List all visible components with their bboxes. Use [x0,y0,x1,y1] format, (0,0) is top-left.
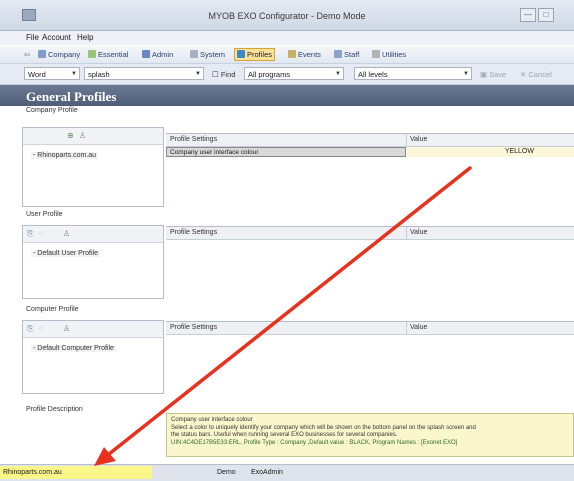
user-profile-item[interactable]: - Default User Profile [31,250,100,257]
menu-account[interactable]: Account [42,33,71,42]
system-icon [190,50,198,58]
user-icon[interactable]: ♙ [63,229,70,238]
toolbar-profiles[interactable]: Profiles [234,48,276,61]
company-profile-list: ⊕ ♙ - Rhinoparts.com.au [22,127,164,207]
computer-profile-label: Computer Profile [26,306,79,313]
toolbar-utilities[interactable]: Utilities [372,49,406,60]
profile-description-box: Company user interface colour Select a c… [166,413,574,457]
profiles-icon [237,50,245,58]
computer-profile-tools: ⎘ ◌ ♙ [23,321,163,338]
company-profile-item[interactable]: - Rhinoparts.com.au [31,152,99,159]
back-icon[interactable]: ⇦ [24,49,30,60]
status-mode: Demo [217,469,236,476]
title-bar: MYOB EXO Configurator - Demo Mode — □ [0,0,574,31]
column-settings: Profile Settings [170,136,218,143]
page-title: General Profiles [26,89,117,104]
grid-header: Profile Settings Value [166,227,574,240]
cancel-icon: ✕ [520,70,527,79]
new-icon[interactable]: ⎘ [27,229,33,239]
staff-icon [334,50,342,58]
menu-file[interactable]: File [26,33,39,42]
save-button[interactable]: ▣ Save [480,70,506,79]
company-profile-label: Company Profile [26,107,78,114]
grid-header: Profile Settings Value [166,134,574,147]
toolbar-staff[interactable]: Staff [334,49,359,60]
status-bar: Rhinoparts.com.au Demo ExoAdmin [0,464,574,481]
chevron-down-icon: ▼ [195,71,201,77]
chevron-down-icon: ▼ [463,71,469,77]
status-company: Rhinoparts.com.au [0,466,152,479]
company-settings-grid: Profile Settings Value Company user inte… [166,133,574,208]
new-icon[interactable]: ⎘ [27,324,33,334]
toolbar-admin[interactable]: Admin [142,49,173,60]
description-meta: UIN:4C4DE17B5E33:ERL, Profile Type : Com… [171,439,458,446]
admin-icon [142,50,150,58]
company-icon [38,50,46,58]
computer-profile-item[interactable]: - Default Computer Profile [31,345,116,352]
toolbar-events[interactable]: Events [288,49,321,60]
toolbar-essential[interactable]: Essential [88,49,128,60]
status-user: ExoAdmin [251,469,283,476]
setting-value-yellow[interactable]: YELLOW [407,147,574,157]
checkbox-icon: ☐ [212,70,219,79]
minimize-button[interactable]: — [520,8,536,22]
section-toolbar: ⇦ Company Essential Admin System Profile… [0,46,574,64]
computer-icon[interactable]: ♙ [63,324,70,333]
setting-row-ui-colour[interactable]: Company user interface colour [166,147,406,157]
menu-bar: File Account Help [0,31,574,45]
menu-help[interactable]: Help [77,33,93,42]
find-button[interactable]: ☐ Find [212,70,235,79]
column-settings: Profile Settings [170,324,218,331]
column-value: Value [410,324,428,331]
column-value: Value [410,229,428,236]
page-header: General Profiles [0,85,574,106]
chevron-down-icon: ▼ [335,71,341,77]
computer-profile-list: ⎘ ◌ ♙ - Default Computer Profile [22,320,164,394]
user-profile-label: User Profile [26,211,63,218]
search-scope-select[interactable]: Word ▼ [24,67,80,80]
search-input[interactable]: splash ▼ [84,67,204,80]
grid-header: Profile Settings Value [166,322,574,335]
cancel-button[interactable]: ✕ Cancel [520,70,552,79]
utilities-icon [372,50,380,58]
column-settings: Profile Settings [170,229,218,236]
delete-icon[interactable]: ◌ [39,324,44,333]
window-title: MYOB EXO Configurator - Demo Mode [208,11,366,21]
computer-settings-grid: Profile Settings Value [166,321,574,395]
column-value: Value [410,136,428,143]
events-icon [288,50,296,58]
save-icon: ▣ [480,70,488,79]
add-profile-icon[interactable]: ⊕ [67,131,74,140]
company-profile-tools: ⊕ ♙ [23,128,163,145]
description-heading: Company user interface colour [171,417,253,423]
chevron-down-icon: ▼ [71,71,77,77]
profile-description-label: Profile Description [26,406,83,413]
maximize-button[interactable]: □ [538,8,554,22]
toolbar-system[interactable]: System [190,49,225,60]
user-icon[interactable]: ♙ [79,131,86,140]
level-filter-select[interactable]: All levels ▼ [354,67,472,80]
essential-icon [88,50,96,58]
user-profile-list: ⎘ ◌ ♙ - Default User Profile [22,225,164,299]
program-filter-select[interactable]: All programs ▼ [244,67,344,80]
description-text: the status bars. Useful when running sev… [171,432,398,438]
filter-toolbar: Word ▼ splash ▼ ☐ Find All programs ▼ All l… [0,64,574,85]
user-profile-tools: ⎘ ◌ ♙ [23,226,163,243]
delete-icon[interactable]: ◌ [39,229,44,238]
user-settings-grid: Profile Settings Value [166,226,574,300]
toolbar-company[interactable]: Company [38,49,80,60]
description-text: Select a color to uniquely identify your… [171,424,476,431]
